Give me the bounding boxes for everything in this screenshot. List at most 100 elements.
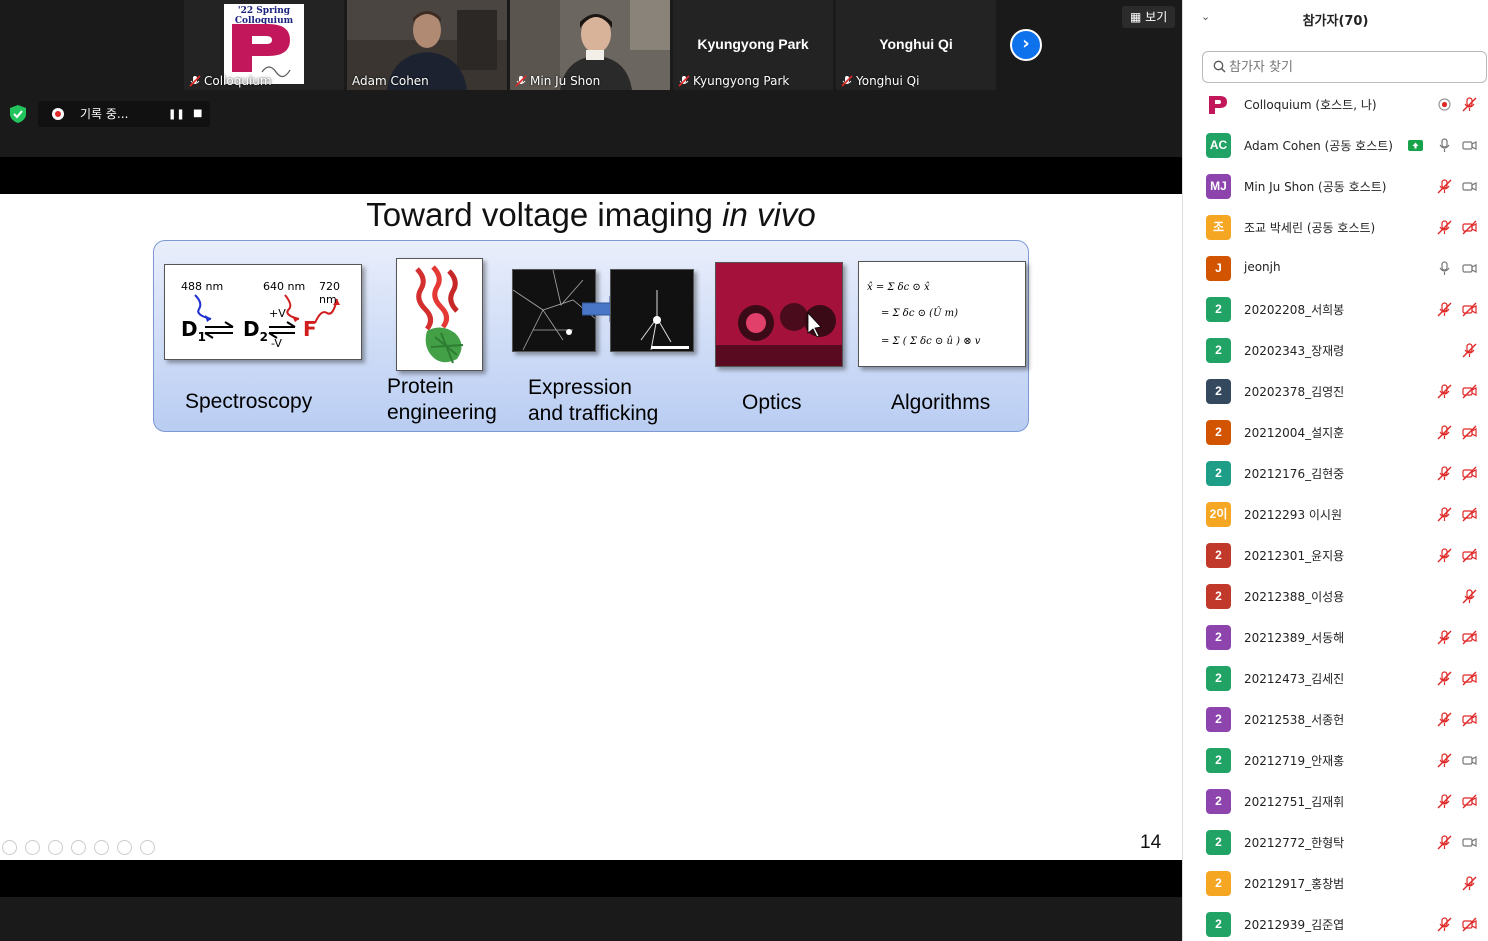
mic-off-icon[interactable] xyxy=(1437,835,1452,850)
equations-graphic: x̂ = Σ δc ⊙ x̂ = Σ δc ⊙ (Û m) = Σ ( Σ δc… xyxy=(867,282,981,347)
participant-row[interactable]: 2 20212301_윤지용 xyxy=(1183,535,1488,576)
mic-off-icon[interactable] xyxy=(1437,917,1452,932)
participant-name: 20212293 이시원 xyxy=(1244,508,1343,522)
wavelength-640: 640 nm xyxy=(263,280,306,293)
participant-row[interactable]: 2 20212176_김현중 xyxy=(1183,453,1488,494)
video-off-icon[interactable] xyxy=(1462,548,1477,563)
video-tile-yonghui-qi[interactable]: Yonghui Qi Yonghui Qi xyxy=(836,0,996,90)
mic-off-icon[interactable] xyxy=(1437,425,1452,440)
zoom-icon[interactable] xyxy=(94,840,109,855)
video-off-icon[interactable] xyxy=(1462,630,1477,645)
video-tile-kyungyong-park[interactable]: Kyungyong Park Kyungyong Park xyxy=(673,0,833,90)
participant-row[interactable]: 2 20202343_장재령 xyxy=(1183,330,1488,371)
participant-row[interactable]: 2 20212751_김재휘 xyxy=(1183,781,1488,822)
security-shield-icon[interactable] xyxy=(8,104,28,124)
mic-on-icon[interactable] xyxy=(1437,138,1452,153)
prev-slide-icon[interactable] xyxy=(2,840,17,855)
stop-recording-icon[interactable]: ■ xyxy=(193,108,202,119)
video-on-icon[interactable] xyxy=(1462,261,1477,276)
avatar: 2 xyxy=(1206,379,1231,404)
participant-row[interactable]: Colloquium (호스트, 나) xyxy=(1183,84,1488,125)
participant-name: Adam Cohen (공동 호스트) xyxy=(1244,139,1393,153)
tile-name: Colloquium xyxy=(189,74,272,88)
video-off-icon[interactable] xyxy=(1462,425,1477,440)
svg-text:= Σ δc ⊙ (Û m): = Σ δc ⊙ (Û m) xyxy=(881,307,958,319)
mic-off-icon[interactable] xyxy=(1437,384,1452,399)
video-on-icon[interactable] xyxy=(1462,179,1477,194)
video-off-icon[interactable] xyxy=(1462,384,1477,399)
participant-row[interactable]: 조 조교 박세린 (공동 호스트) xyxy=(1183,207,1488,248)
avatar: 2 xyxy=(1206,912,1231,937)
participant-row[interactable]: 2 20212917_홍창범 xyxy=(1183,863,1488,904)
mic-off-icon[interactable] xyxy=(1437,302,1452,317)
participant-row[interactable]: 2 20212538_서종헌 xyxy=(1183,699,1488,740)
participant-row[interactable]: 2 20212389_서동해 xyxy=(1183,617,1488,658)
mic-off-icon[interactable] xyxy=(1437,548,1452,563)
next-slide-icon[interactable] xyxy=(25,840,40,855)
plus-v-label: +V xyxy=(269,307,286,320)
video-on-icon[interactable] xyxy=(1462,138,1477,153)
participant-row[interactable]: 2 20212388_이성용 xyxy=(1183,576,1488,617)
mic-off-icon[interactable] xyxy=(1437,712,1452,727)
label-protein-engineering: Protein engineering xyxy=(387,375,497,424)
video-off-icon[interactable] xyxy=(1462,466,1477,481)
mic-off-icon[interactable] xyxy=(1437,220,1452,235)
mic-off-icon[interactable] xyxy=(1437,507,1452,522)
participant-row[interactable]: 2 20212719_안재홍 xyxy=(1183,740,1488,781)
gallery-strip: '22 Spring Colloquium Colloquium Adam Co… xyxy=(0,0,1182,90)
mic-on-icon[interactable] xyxy=(1437,261,1452,276)
slide-page-number: 14 xyxy=(1140,832,1162,853)
mic-off-icon[interactable] xyxy=(1462,589,1477,604)
mic-off-icon[interactable] xyxy=(1437,671,1452,686)
mic-off-icon[interactable] xyxy=(1437,630,1452,645)
video-tile-colloquium[interactable]: '22 Spring Colloquium Colloquium xyxy=(184,0,344,90)
video-off-icon[interactable] xyxy=(1462,220,1477,235)
video-tile-adam-cohen[interactable]: Adam Cohen xyxy=(347,0,507,90)
avatar-logo-icon xyxy=(1206,92,1231,117)
participant-row[interactable]: 2 20212004_설지훈 xyxy=(1183,412,1488,453)
video-on-icon[interactable] xyxy=(1462,835,1477,850)
state-d2: D2 xyxy=(243,317,268,344)
mic-off-icon[interactable] xyxy=(1437,753,1452,768)
algorithm-equations: x̂ = Σ δc ⊙ x̂ = Σ δc ⊙ (Û m) = Σ ( Σ δc… xyxy=(858,261,1026,367)
mic-off-icon[interactable] xyxy=(1437,794,1452,809)
video-off-icon[interactable] xyxy=(1462,671,1477,686)
participant-row[interactable]: AC Adam Cohen (공동 호스트) xyxy=(1183,125,1488,166)
search-input[interactable] xyxy=(1229,55,1479,79)
mic-off-icon[interactable] xyxy=(1462,876,1477,891)
participant-row[interactable]: 2이 20212293 이시원 xyxy=(1183,494,1488,535)
pen-icon[interactable] xyxy=(48,840,63,855)
participant-name: 20212772_한형탁 xyxy=(1244,836,1345,850)
slides-icon[interactable] xyxy=(117,840,132,855)
video-on-icon[interactable] xyxy=(1462,753,1477,768)
mic-off-icon[interactable] xyxy=(1437,466,1452,481)
more-icon[interactable] xyxy=(140,840,155,855)
next-page-button[interactable]: › xyxy=(1010,29,1042,61)
video-off-icon[interactable] xyxy=(1462,302,1477,317)
pause-recording-icon[interactable]: ❚❚ xyxy=(168,109,185,120)
video-off-icon[interactable] xyxy=(1462,507,1477,522)
participant-row[interactable]: MJ Min Ju Shon (공동 호스트) xyxy=(1183,166,1488,207)
participant-row[interactable]: Jjeonjh xyxy=(1183,248,1488,289)
copy-icon[interactable] xyxy=(71,840,86,855)
participant-row[interactable]: 2 20202208_서희봉 xyxy=(1183,289,1488,330)
video-off-icon[interactable] xyxy=(1462,712,1477,727)
participant-row[interactable]: 2 20212473_김세진 xyxy=(1183,658,1488,699)
view-button[interactable]: ▦ 보기 xyxy=(1122,6,1176,28)
participant-name: 20212388_이성용 xyxy=(1244,590,1345,604)
participant-name: 20212389_서동해 xyxy=(1244,631,1345,645)
video-tile-min-ju-shon[interactable]: Min Ju Shon xyxy=(510,0,670,90)
mic-off-icon[interactable] xyxy=(1437,179,1452,194)
avatar: 2 xyxy=(1206,748,1231,773)
video-off-icon[interactable] xyxy=(1462,917,1477,932)
mic-off-icon[interactable] xyxy=(1462,343,1477,358)
video-off-icon[interactable] xyxy=(1462,794,1477,809)
participant-row[interactable]: 2 20202378_김영진 xyxy=(1183,371,1488,412)
mic-off-icon[interactable] xyxy=(1462,97,1477,112)
avatar: 2 xyxy=(1206,789,1231,814)
participant-name: 20212917_홍창범 xyxy=(1244,877,1345,891)
search-icon xyxy=(1213,60,1226,73)
participant-row[interactable]: 2 20212939_김준엽 xyxy=(1183,904,1488,941)
shared-screen-slide: Toward voltage imaging in vivo 488 nm 64… xyxy=(0,194,1182,860)
participant-row[interactable]: 2 20212772_한형탁 xyxy=(1183,822,1488,863)
